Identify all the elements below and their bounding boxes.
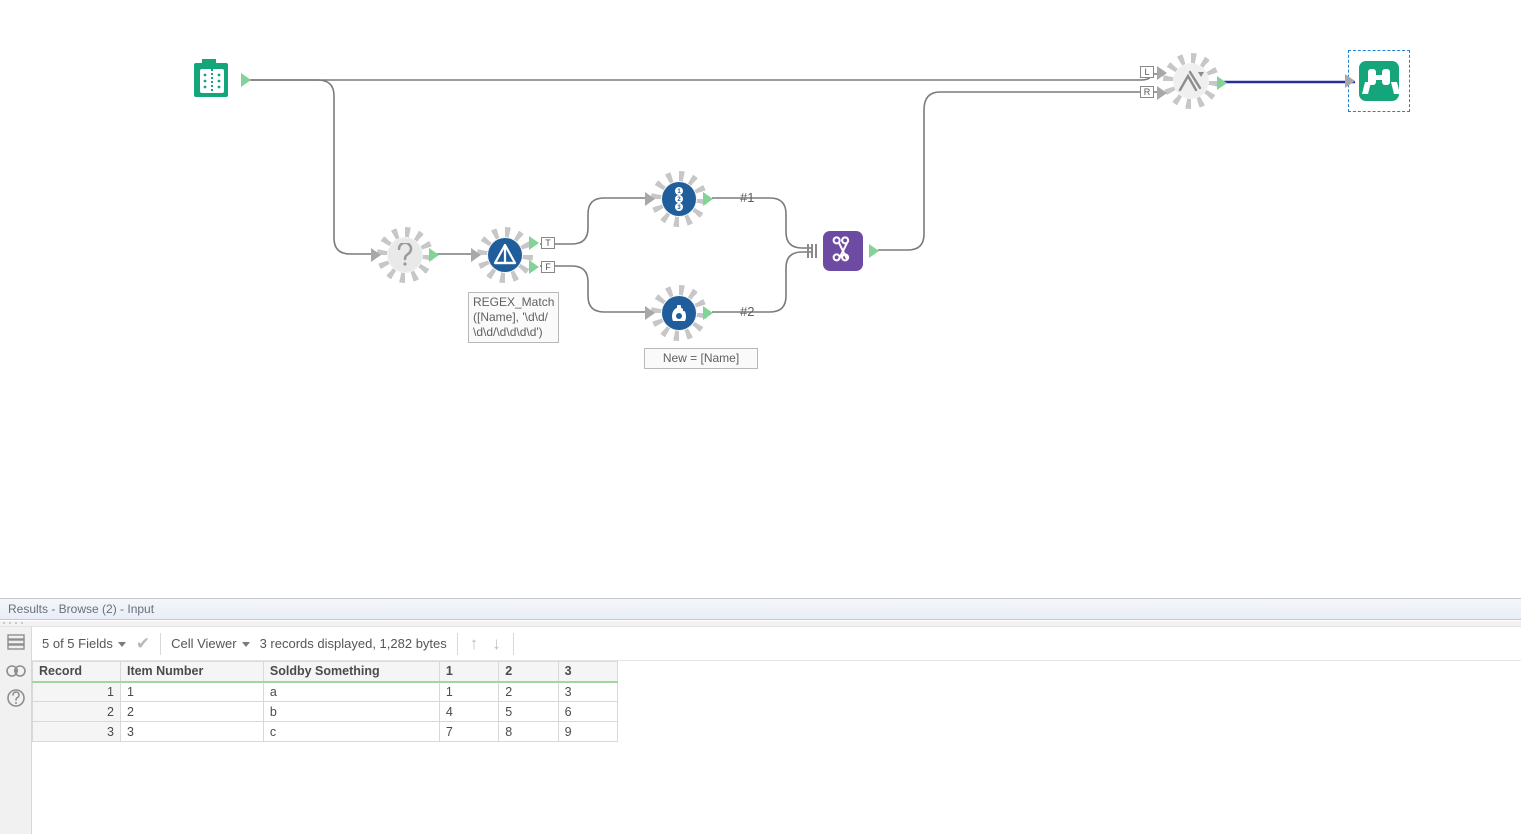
col-3[interactable]: 3 — [558, 662, 617, 682]
text-input-icon — [192, 57, 238, 103]
tool-text-input[interactable] — [192, 57, 238, 103]
tool-browse[interactable] — [1356, 58, 1402, 104]
table-row[interactable]: 33c789 — [33, 722, 618, 742]
tool-record-id[interactable]: 1 2 3 — [656, 176, 702, 222]
rail-browse-button[interactable] — [4, 659, 28, 681]
port-out[interactable] — [702, 306, 714, 320]
table-row[interactable]: 11a123 — [33, 682, 618, 702]
cell[interactable]: 2 — [499, 682, 558, 702]
tool-unknown[interactable] — [382, 232, 428, 278]
port-label-l: L — [1140, 66, 1154, 78]
join-icon — [1178, 70, 1204, 92]
cell[interactable]: 5 — [499, 702, 558, 722]
port-out-true[interactable] — [528, 236, 540, 250]
port-in[interactable] — [470, 248, 482, 262]
rows-icon — [7, 634, 25, 650]
port-in-r[interactable] — [1156, 86, 1168, 100]
cell[interactable]: 8 — [499, 722, 558, 742]
cell[interactable]: 2 — [33, 702, 121, 722]
separator — [513, 633, 514, 655]
port-in[interactable] — [644, 192, 656, 206]
tool-formula[interactable] — [656, 290, 702, 336]
filter-icon — [491, 241, 519, 269]
cell[interactable]: 1 — [33, 682, 121, 702]
tool-union[interactable] — [820, 228, 866, 274]
port-out[interactable] — [240, 73, 252, 87]
port-label-t: T — [541, 237, 555, 249]
apply-check-icon[interactable]: ✔ — [136, 634, 150, 654]
cell[interactable]: c — [263, 722, 439, 742]
col-1[interactable]: 1 — [439, 662, 498, 682]
port-out[interactable] — [702, 192, 714, 206]
port-label-f: F — [541, 261, 555, 273]
cell-viewer-dropdown[interactable]: Cell Viewer — [171, 636, 250, 651]
nav-down-button[interactable]: ↓ — [490, 634, 503, 654]
cell[interactable]: 3 — [120, 722, 263, 742]
table-row[interactable]: 22b456 — [33, 702, 618, 722]
cell[interactable]: 1 — [439, 682, 498, 702]
results-rail — [0, 627, 32, 834]
nav-up-button[interactable]: ↑ — [468, 634, 481, 654]
port-out[interactable] — [868, 244, 880, 258]
question-icon — [395, 243, 415, 267]
col-record[interactable]: Record — [33, 662, 121, 682]
hash-1: #1 — [740, 190, 754, 205]
tool-join[interactable] — [1168, 58, 1214, 104]
separator — [160, 633, 161, 655]
formula-icon — [667, 301, 691, 325]
port-in[interactable] — [1344, 74, 1356, 88]
port-multi-in[interactable] — [806, 244, 818, 258]
cell[interactable]: a — [263, 682, 439, 702]
port-label-r: R — [1140, 86, 1154, 98]
cell[interactable]: 6 — [558, 702, 617, 722]
results-main: 5 of 5 Fields ✔ Cell Viewer 3 records di… — [32, 627, 1521, 834]
port-out[interactable] — [428, 248, 440, 262]
records-summary: 3 records displayed, 1,282 bytes — [260, 636, 447, 651]
record-id-icon: 1 2 3 — [670, 185, 688, 213]
cell[interactable]: 7 — [439, 722, 498, 742]
table-header-row: Record Item Number Soldby Something 1 2 … — [33, 662, 618, 682]
tool-formula-annotation: New = [Name] — [644, 348, 758, 369]
tool-filter[interactable] — [482, 232, 528, 278]
results-panel: Results - Browse (2) - Input — [0, 598, 1521, 834]
cell[interactable]: 1 — [120, 682, 263, 702]
cell[interactable]: 3 — [558, 682, 617, 702]
browse-icon — [1356, 58, 1402, 104]
rail-data-view-button[interactable] — [4, 631, 28, 653]
results-title: Results - Browse (2) - Input — [0, 599, 1521, 620]
binoculars-small-icon — [6, 662, 26, 678]
rail-help-button[interactable] — [4, 687, 28, 709]
col-soldby[interactable]: Soldby Something — [263, 662, 439, 682]
union-icon — [820, 228, 866, 274]
help-icon — [7, 689, 25, 707]
hash-2: #2 — [740, 304, 754, 319]
col-2[interactable]: 2 — [499, 662, 558, 682]
cell[interactable]: 3 — [33, 722, 121, 742]
separator — [457, 633, 458, 655]
port-in-l[interactable] — [1156, 66, 1168, 80]
results-toolbar: 5 of 5 Fields ✔ Cell Viewer 3 records di… — [32, 627, 1521, 661]
tool-filter-annotation: REGEX_Match ([Name], '\d\d/ \d\d/\d\d\d\… — [468, 292, 559, 343]
port-in[interactable] — [644, 306, 656, 320]
cell[interactable]: 2 — [120, 702, 263, 722]
port-in[interactable] — [370, 248, 382, 262]
port-out-false[interactable] — [528, 260, 540, 274]
cell[interactable]: 4 — [439, 702, 498, 722]
workflow-canvas[interactable]: T F REGEX_Match ([Name], '\d\d/ \d\d/\d\… — [0, 0, 1521, 598]
col-item-number[interactable]: Item Number — [120, 662, 263, 682]
port-out[interactable] — [1216, 76, 1228, 90]
cell[interactable]: 9 — [558, 722, 617, 742]
fields-dropdown[interactable]: 5 of 5 Fields — [42, 636, 126, 651]
results-table[interactable]: Record Item Number Soldby Something 1 2 … — [32, 661, 618, 742]
cell[interactable]: b — [263, 702, 439, 722]
